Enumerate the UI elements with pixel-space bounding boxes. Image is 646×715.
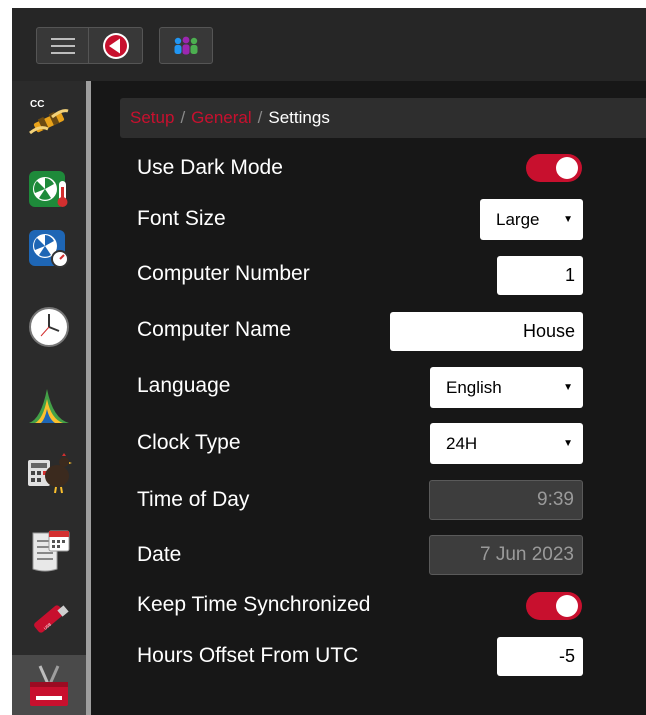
dark-mode-label: Use Dark Mode [137,156,283,179]
computer-name-input[interactable]: House [390,312,583,351]
sidebar-item-setup-tools[interactable] [12,655,86,715]
sidebar-item-clock[interactable] [12,297,86,357]
clock-icon [29,307,69,347]
toggle-knob [556,157,578,179]
font-size-select[interactable]: Large ▼ [480,199,583,240]
users-icon [174,36,198,54]
calendar-scroll-icon [32,530,70,572]
time-of-day-label: Time of Day [137,488,250,511]
font-size-label: Font Size [137,207,226,230]
chevron-down-icon: ▼ [563,382,573,393]
users-button[interactable] [159,27,213,64]
nav-button-group [36,27,143,64]
fan-gauge-icon [29,230,69,268]
curve-chart-icon [29,389,69,423]
toggle-knob [556,595,578,617]
hamburger-menu-icon [50,37,75,54]
utc-offset-label: Hours Offset From UTC [137,644,359,667]
font-size-value: Large [496,209,540,229]
computer-number-label: Computer Number [137,262,310,285]
breadcrumb-separator: / [257,108,263,127]
menu-button[interactable] [37,28,89,63]
clock-type-value: 24H [446,433,478,453]
dark-mode-toggle[interactable] [526,154,582,182]
language-label: Language [137,374,231,397]
breadcrumb-current: Settings [268,108,330,127]
sidebar-item-flock-calculator[interactable] [12,443,86,503]
sidebar-item-ventilation[interactable] [12,218,86,278]
sidebar-item-cc-cable[interactable]: CC [12,88,86,148]
language-value: English [446,377,502,397]
top-bar [12,8,646,81]
hen-calculator-icon [28,453,72,494]
breadcrumb: Setup / General / Settings [120,98,646,138]
chevron-down-icon: ▼ [563,214,573,225]
utc-offset-input[interactable]: -5 [497,637,583,676]
svg-text:CC: CC [30,99,44,110]
fan-thermometer-icon [29,171,68,207]
computer-number-input[interactable]: 1 [497,256,583,295]
breadcrumb-link-general[interactable]: General [191,108,251,128]
back-arrow-icon [102,32,129,59]
sidebar-item-growth-curve[interactable] [12,375,86,435]
keep-time-sync-label: Keep Time Synchronized [137,593,371,616]
chevron-down-icon: ▼ [563,438,573,449]
sidebar-item-climate[interactable] [12,159,86,219]
back-button[interactable] [89,28,142,63]
date-label: Date [137,543,182,566]
sidebar-item-usb[interactable]: USB [12,587,86,647]
usb-drive-icon: USB [34,605,69,633]
date-input: 7 Jun 2023 [429,535,583,575]
sidebar-item-history[interactable] [12,520,86,580]
cc-cable-icon: CC [29,99,69,135]
keep-time-sync-toggle[interactable] [526,592,582,620]
toolbox-icon [30,665,68,706]
breadcrumb-link-setup[interactable]: Setup [130,108,174,128]
language-select[interactable]: English ▼ [430,367,583,408]
clock-type-select[interactable]: 24H ▼ [430,423,583,464]
clock-type-label: Clock Type [137,431,241,454]
computer-name-label: Computer Name [137,318,292,341]
time-of-day-input: 9:39 [429,480,583,520]
breadcrumb-separator: / [180,108,186,127]
